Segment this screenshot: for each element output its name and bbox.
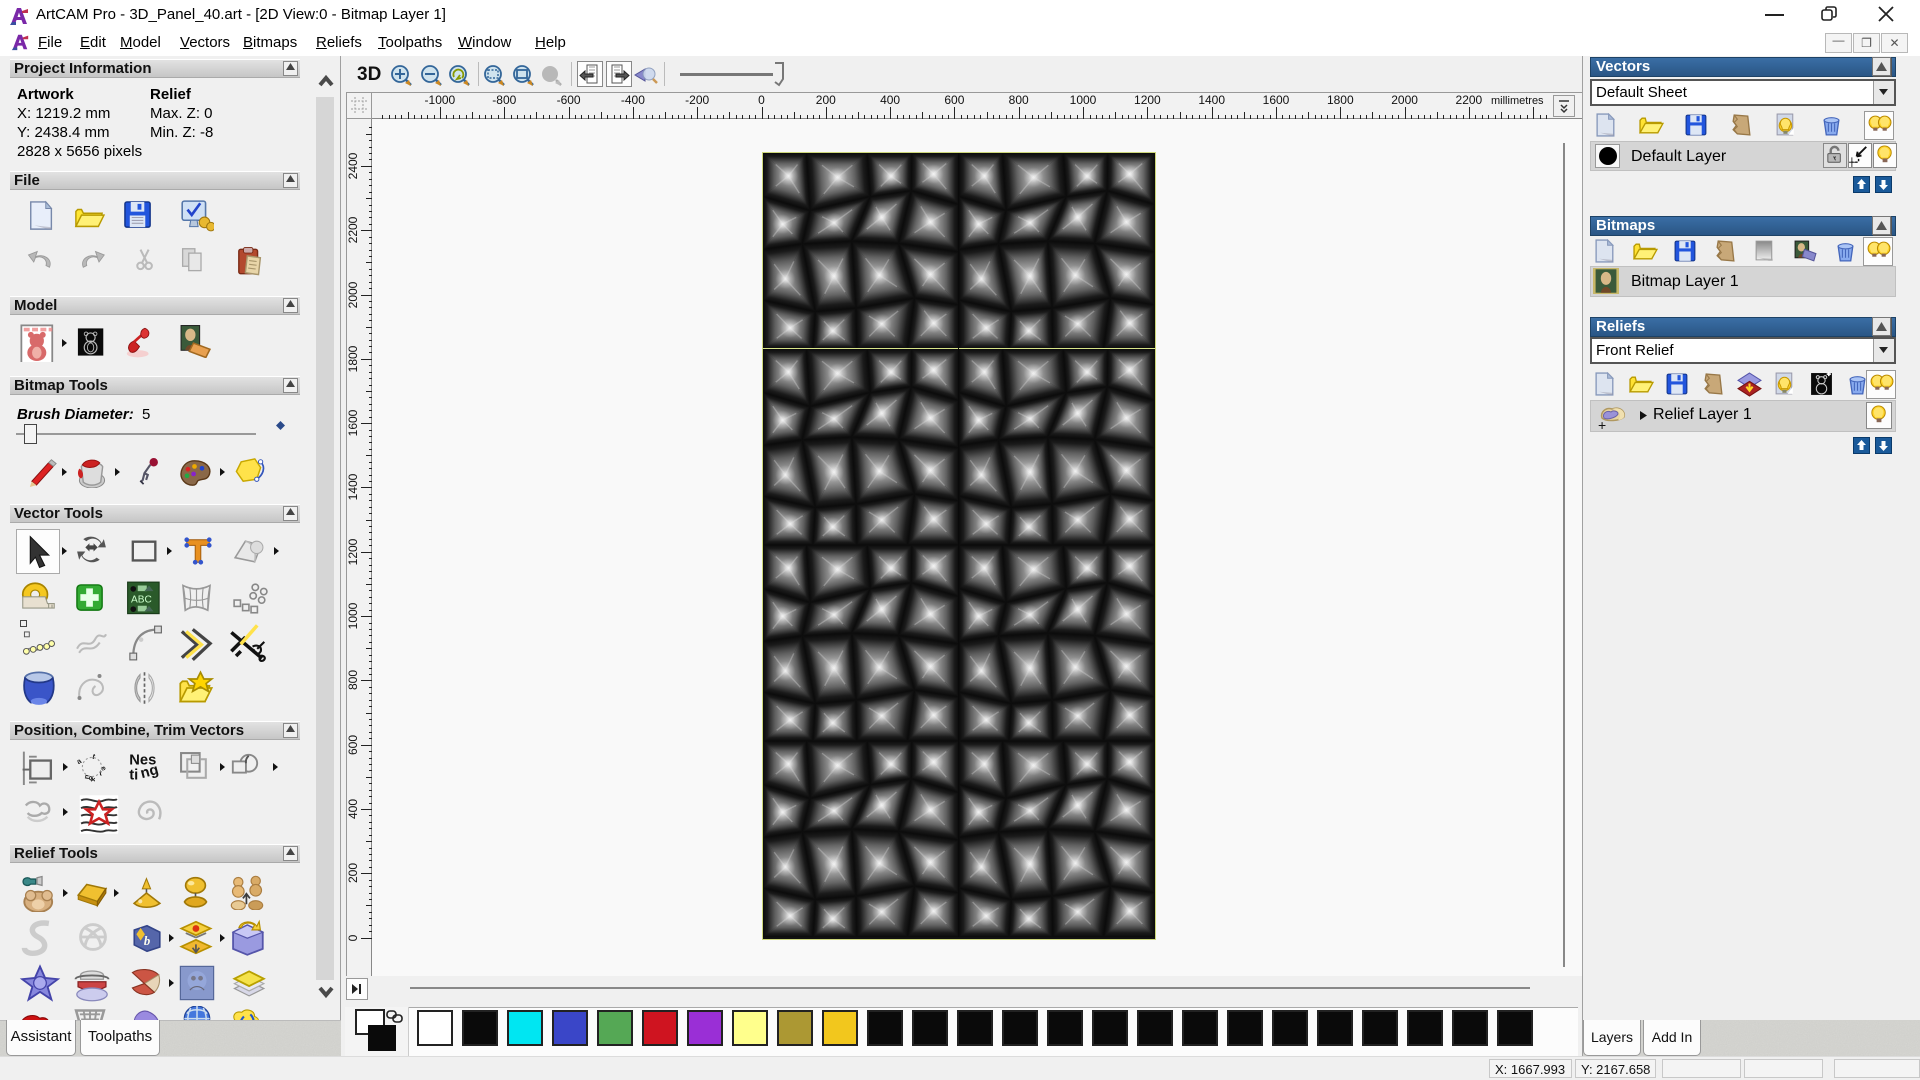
svg-text:ti: ti	[129, 767, 138, 783]
svg-text:ABC: ABC	[131, 594, 152, 605]
svg-text:t: t	[91, 752, 97, 761]
svg-text:b: b	[144, 934, 150, 948]
svg-text:ng: ng	[139, 762, 161, 782]
svg-text:a: a	[76, 756, 84, 766]
svg-text:+: +	[1598, 417, 1606, 432]
